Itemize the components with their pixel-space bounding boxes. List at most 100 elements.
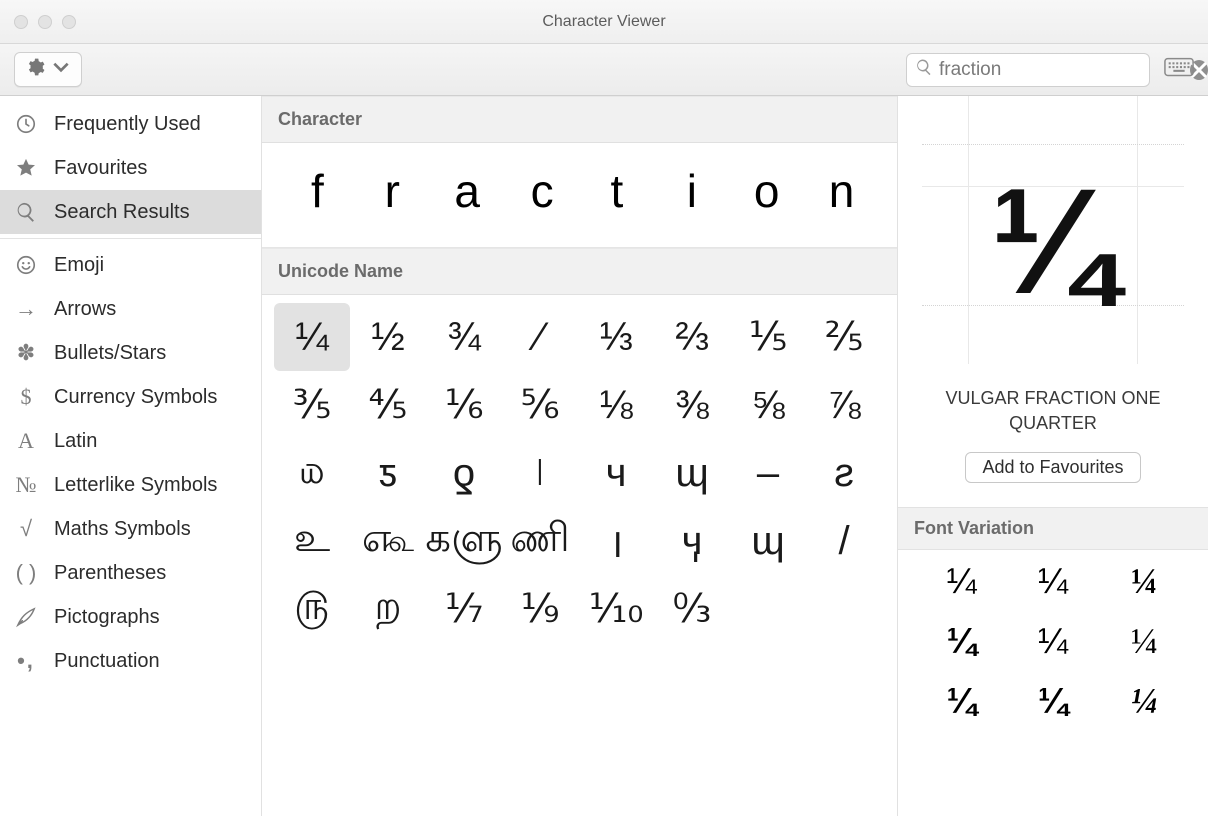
character-cell[interactable]: c [505,153,580,229]
unicode-grid-cell[interactable]: ч [578,439,654,507]
sidebar-item-pictographs[interactable]: Pictographs [0,595,261,639]
unicode-grid-cell[interactable]: ⅚ [502,371,578,439]
unicode-grid-cell[interactable]: ⅛ [578,371,654,439]
unicode-grid-cell[interactable]: ⅗ [274,371,350,439]
sidebar-item-emoji[interactable]: Emoji [0,243,261,287]
settings-menu-button[interactable] [14,52,82,87]
sidebar-divider [0,238,261,239]
add-to-favourites-button[interactable]: Add to Favourites [965,452,1140,483]
unicode-grid-cell[interactable]: ƨ [806,439,882,507]
search-input[interactable] [933,59,1190,81]
sidebar-item-label: Maths Symbols [54,518,191,541]
emoji-icon [12,251,40,279]
unicode-grid-cell[interactable]: ƍ [426,439,502,507]
character-cell[interactable]: a [430,153,505,229]
search-field[interactable] [906,53,1150,87]
preview-glyph: ¼ [990,155,1115,328]
unicode-grid-cell[interactable]: ⅔ [654,303,730,371]
unicode-grid-cell[interactable]: ⅜ [654,371,730,439]
unicode-grid-cell[interactable]: ⁄ [502,303,578,371]
character-cell[interactable]: t [580,153,655,229]
character-section-header: Character [262,96,897,143]
sidebar-item-letterlike[interactable]: № Letterlike Symbols [0,463,261,507]
unicode-name-section-header: Unicode Name [262,248,897,295]
detail-pane: ¼ VULGAR FRACTION ONE QUARTER Add to Fav… [898,96,1208,816]
results-pane: Character fraction Unicode Name ¼½¾⁄⅓⅔⅕⅖… [262,96,898,816]
unicode-grid-cell[interactable]: ¾ [426,303,502,371]
unicode-name-grid: ¼½¾⁄⅓⅔⅕⅖⅗⅘⅙⅚⅛⅜⅝⅞௰ƽƍ৷чɰ–ƨஉ௷களுணி।ӌɰ/௫ற⅐⅑⅒… [274,303,885,643]
minimize-window-button[interactable] [38,15,52,29]
sidebar-item-arrows[interactable]: → Arrows [0,287,261,331]
keyboard-viewer-button[interactable] [1164,55,1194,84]
font-variation-cell[interactable]: ¼ [1007,560,1098,602]
unicode-grid-cell[interactable]: ⅖ [806,303,882,371]
sidebar-item-latin[interactable]: A Latin [0,419,261,463]
font-variation-cell[interactable]: ¼ [916,560,1007,602]
unicode-grid-cell[interactable]: ⅘ [350,371,426,439]
unicode-grid-cell[interactable]: ௫ [274,575,350,643]
unicode-grid-cell[interactable]: ⅙ [426,371,502,439]
unicode-grid-cell[interactable]: ⅑ [502,575,578,643]
character-cell[interactable]: i [654,153,729,229]
character-cell[interactable]: r [355,153,430,229]
unicode-grid-cell[interactable]: உ [274,507,350,575]
unicode-grid-cell[interactable]: ɰ [730,507,806,575]
search-icon [915,58,933,81]
unicode-grid-cell[interactable]: / [806,507,882,575]
sidebar-item-label: Currency Symbols [54,386,217,409]
quill-icon [12,603,40,631]
unicode-grid-cell[interactable]: ⅕ [730,303,806,371]
font-variation-cell[interactable]: ¼ [916,680,1007,722]
unicode-grid-cell[interactable]: ¼ [274,303,350,371]
unicode-grid-cell[interactable]: ɰ [654,439,730,507]
sidebar-item-favourites[interactable]: Favourites [0,146,261,190]
font-variation-cell[interactable]: ¼ [1099,680,1190,722]
sidebar-item-label: Favourites [54,157,147,180]
zoom-window-button[interactable] [62,15,76,29]
sidebar-item-parentheses[interactable]: ( ) Parentheses [0,551,261,595]
sidebar-item-maths[interactable]: √ Maths Symbols [0,507,261,551]
gear-icon [25,57,45,82]
font-variation-cell[interactable]: ¼ [1099,620,1190,662]
sidebar-item-label: Letterlike Symbols [54,474,217,497]
window-controls [14,15,76,29]
font-variation-cell[interactable]: ¼ [1007,620,1098,662]
sidebar-item-label: Pictographs [54,606,160,629]
unicode-grid-cell[interactable]: ৷ [502,439,578,507]
sidebar-item-frequently-used[interactable]: Frequently Used [0,102,261,146]
arrow-icon: → [12,295,40,323]
unicode-grid-cell[interactable]: ƽ [350,439,426,507]
unicode-grid-cell[interactable]: ௰ [274,439,350,507]
character-cell[interactable]: f [280,153,355,229]
unicode-grid-cell[interactable]: ௷ [350,507,426,575]
close-window-button[interactable] [14,15,28,29]
numero-icon: № [12,471,40,499]
character-cell[interactable]: n [804,153,879,229]
sidebar-item-search-results[interactable]: Search Results [0,190,261,234]
unicode-grid-cell[interactable]: களு [426,507,502,575]
sidebar: Frequently Used Favourites Search Result… [0,96,262,816]
font-variation-cell[interactable]: ¼ [1007,680,1098,722]
unicode-grid-cell[interactable]: ⅐ [426,575,502,643]
unicode-grid-cell[interactable]: ӌ [654,507,730,575]
unicode-grid-cell[interactable]: । [578,507,654,575]
unicode-grid-cell[interactable]: – [730,439,806,507]
sidebar-item-bullets-stars[interactable]: ✽ Bullets/Stars [0,331,261,375]
unicode-grid-cell[interactable]: ⅝ [730,371,806,439]
unicode-grid-cell[interactable]: ⅒ [578,575,654,643]
unicode-grid-cell[interactable]: ⅓ [578,303,654,371]
character-cell[interactable]: o [729,153,804,229]
font-variation-cell[interactable]: ¼ [916,620,1007,662]
keyboard-icon [1164,55,1194,84]
font-variation-cell[interactable]: ¼ [1099,560,1190,602]
sidebar-item-punctuation[interactable]: •, Punctuation [0,639,261,683]
titlebar: Character Viewer [0,0,1208,44]
sidebar-item-currency[interactable]: $ Currency Symbols [0,375,261,419]
unicode-grid-cell[interactable]: ணி [502,507,578,575]
sidebar-item-label: Frequently Used [54,113,201,136]
unicode-grid-cell[interactable]: ற [350,575,426,643]
unicode-grid-cell[interactable]: ↉ [654,575,730,643]
unicode-grid-cell[interactable]: ½ [350,303,426,371]
latin-a-icon: A [12,427,40,455]
unicode-grid-cell[interactable]: ⅞ [806,371,882,439]
